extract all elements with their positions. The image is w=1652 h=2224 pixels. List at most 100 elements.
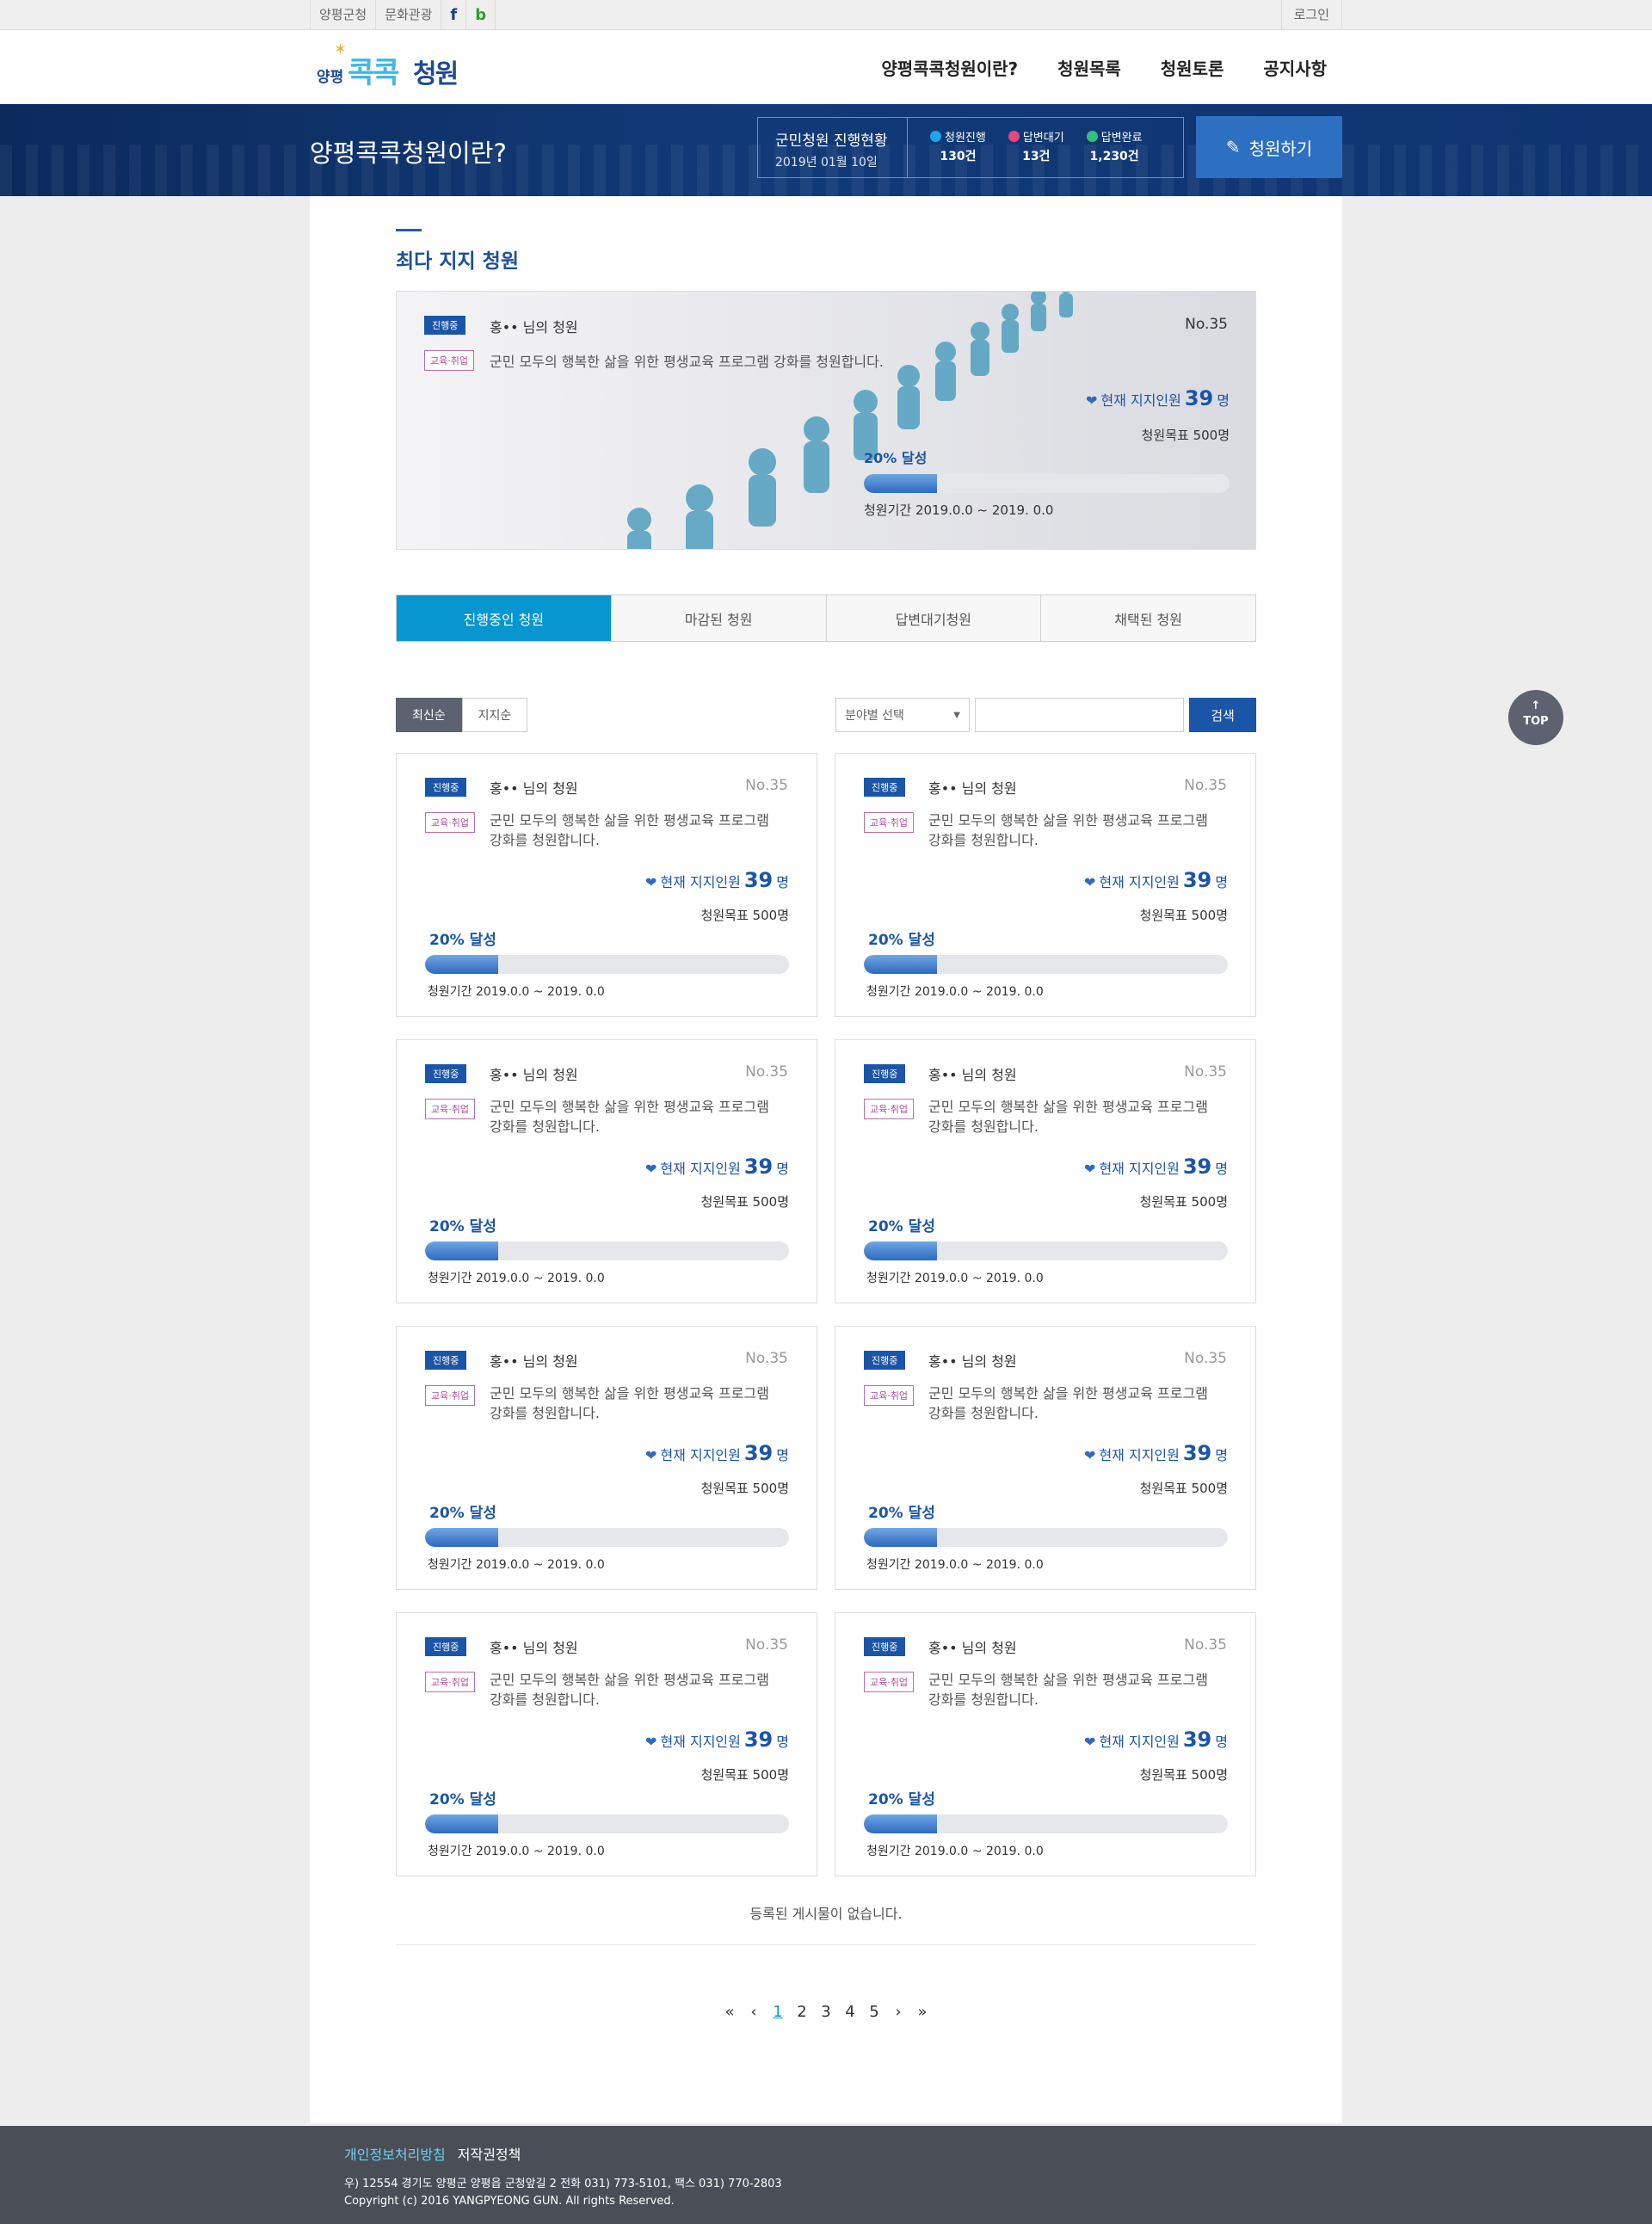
last-page-button[interactable]: » [916,2003,928,2021]
progress-label: 20% 달성 [429,1791,496,1808]
category-select[interactable]: 분야별 선택 ▼ [835,698,970,732]
progress-label: 20% 달성 [429,1505,496,1522]
util-link-tourism[interactable]: 문화관광 [375,0,441,30]
petition-number: No.35 [745,1063,788,1081]
category-badge: 교육·취업 [425,1385,475,1406]
category-badge: 교육·취업 [864,1099,914,1119]
nav-debate[interactable]: 청원토론 [1161,55,1224,80]
site-logo[interactable]: ✶ 양평 콕콕 청원 [317,40,480,92]
page-banner: 양평콕콕청원이란? 군민청원 진행현황 2019년 01월 10일 청원진행 1… [0,104,1652,196]
petition-card[interactable]: 진행중 홍•• 님의 청원 No.35 교육·취업 군민 모두의 행복한 삶을 위한 평… [835,1612,1256,1876]
page-link[interactable]: 3 [820,2003,832,2021]
write-petition-button[interactable]: ✎ 청원하기 [1196,116,1342,178]
heart-icon: ❤ [645,874,657,890]
petition-goal: 청원목표 500명 [1141,428,1230,443]
status-title: 군민청원 진행현황 [775,132,888,150]
progress-label: 20% 달성 [868,932,935,949]
support-number: 39 [1184,386,1214,410]
petition-number: No.35 [745,777,788,794]
nav-about[interactable]: 양평콕콕청원이란? [881,55,1018,80]
petition-card[interactable]: 진행중 홍•• 님의 청원 No.35 교육·취업 군민 모두의 행복한 삶을 위한 평… [396,753,817,1017]
support-number: 39 [743,1441,774,1465]
petition-description: 군민 모두의 행복한 삶을 위한 평생교육 프로그램 강화를 청원합니다. [928,1385,1208,1421]
support-label: 현재 지지인원 [660,874,741,890]
support-count: ❤ 현재 지지인원 39 명 [1086,386,1230,410]
petition-number: No.35 [1184,777,1227,794]
sort-options: 최신순 지지순 [396,698,528,732]
category-badge: 교육·취업 [864,1672,914,1692]
category-badge: 교육·취업 [864,1385,914,1406]
search-button[interactable]: 검색 [1189,698,1256,732]
sort-support-button[interactable]: 지지순 [461,698,528,732]
nav-notice[interactable]: 공지사항 [1263,55,1327,80]
support-number: 39 [1182,868,1212,892]
page-link[interactable]: 5 [868,2003,880,2021]
pencil-icon: ✎ [1225,137,1241,157]
copyright-policy-link[interactable]: 저작권정책 [458,2143,521,2164]
status-dot-icon [1008,131,1020,142]
petition-author: 홍•• 님의 청원 [928,1353,1017,1370]
progress-label: 20% 달성 [429,932,496,949]
first-page-button[interactable]: « [724,2003,736,2021]
petition-period: 청원기간 2019.0.0 ~ 2019. 0.0 [866,1558,1044,1572]
support-unit: 명 [776,1447,789,1463]
tab-awaiting-answer[interactable]: 답변대기청원 [825,595,1041,641]
support-label: 현재 지지인원 [1099,1447,1180,1463]
petition-card[interactable]: 진행중 홍•• 님의 청원 No.35 교육·취업 군민 모두의 행복한 삶을 위한 평… [396,1326,817,1590]
petition-card[interactable]: 진행중 홍•• 님의 청원 No.35 교육·취업 군민 모두의 행복한 삶을 위한 평… [396,1612,817,1876]
search-input[interactable] [975,698,1184,732]
petition-description: 군민 모두의 행복한 삶을 위한 평생교육 프로그램 강화를 청원합니다. [928,812,1208,848]
main-content: 최다 지지 청원 진행중 홍•• 님의 청원 No.35 교육·취업 군민 모두… [310,196,1342,2123]
page-link[interactable]: 1 [772,2003,784,2021]
support-unit: 명 [1215,1161,1228,1177]
status-value: 130건 [940,150,977,163]
support-label: 현재 지지인원 [660,1447,741,1463]
petition-card[interactable]: 진행중 홍•• 님의 청원 No.35 교육·취업 군민 모두의 행복한 삶을 위한 평… [396,1039,817,1303]
petition-number: No.35 [1184,1636,1227,1654]
status-badge: 진행중 [425,1351,467,1370]
petition-card[interactable]: 진행중 홍•• 님의 청원 No.35 교육·취업 군민 모두의 행복한 삶을 위한 평… [835,1326,1256,1590]
page-link[interactable]: 2 [796,2003,808,2021]
nav-petition-list[interactable]: 청원목록 [1057,55,1121,80]
sparkle-icon: ✶ [334,40,348,59]
support-label: 현재 지지인원 [1099,1734,1180,1750]
status-label: 청원진행 [945,132,986,145]
petition-tabs: 진행중인 청원 마감된 청원 답변대기청원 채택된 청원 [396,595,1256,642]
utility-bar: 양평군청 문화관광 f b 로그인 [0,0,1652,30]
petition-period: 청원기간 2019.0.0 ~ 2019. 0.0 [428,1558,605,1572]
util-link-yangpyeong[interactable]: 양평군청 [310,0,375,30]
progress-label: 20% 달성 [429,1218,496,1235]
sort-latest-button[interactable]: 최신순 [396,698,462,732]
tab-closed[interactable]: 마감된 청원 [610,595,826,641]
status-badge: 진행중 [425,1637,467,1656]
progress-fill [864,1528,937,1547]
login-link[interactable]: 로그인 [1280,0,1342,30]
petition-number: No.35 [1184,1063,1227,1081]
blog-icon[interactable]: b [465,0,496,30]
tab-adopted[interactable]: 채택된 청원 [1040,595,1255,641]
support-count: ❤ 현재 지지인원 39 명 [645,868,789,892]
support-unit: 명 [776,874,789,890]
petition-author: 홍•• 님의 청원 [928,1640,1017,1656]
next-page-button[interactable]: › [892,2003,904,2021]
facebook-icon[interactable]: f [441,0,465,30]
category-badge: 교육·취업 [424,350,474,371]
progress-fill [425,955,498,974]
footer-address-block: 우) 12554 경기도 양평군 양평읍 군청앞길 2 전화 031) 773-… [344,2176,782,2210]
scroll-top-button[interactable]: ↑ TOP [1508,690,1563,745]
tab-ongoing[interactable]: 진행중인 청원 [397,595,611,641]
petition-number: No.35 [745,1350,788,1367]
petition-card[interactable]: 진행중 홍•• 님의 청원 No.35 교육·취업 군민 모두의 행복한 삶을 위한 평… [835,753,1256,1017]
footer: 개인정보처리방침 저작권정책 우) 12554 경기도 양평군 양평읍 군청앞길… [0,2126,1652,2224]
featured-petition[interactable]: 진행중 홍•• 님의 청원 No.35 교육·취업 군민 모두의 행복한 삶을 … [396,291,1256,550]
petition-author: 홍•• 님의 청원 [490,1353,578,1370]
support-label: 현재 지지인원 [660,1161,741,1177]
privacy-policy-link[interactable]: 개인정보처리방침 [344,2143,446,2164]
status-summary: 군민청원 진행현황 2019년 01월 10일 [758,118,908,177]
progress-bar [864,1814,1228,1833]
heart-icon: ❤ [645,1734,657,1750]
petition-card[interactable]: 진행중 홍•• 님의 청원 No.35 교육·취업 군민 모두의 행복한 삶을 위한 평… [835,1039,1256,1303]
page-link[interactable]: 4 [844,2003,856,2021]
prev-page-button[interactable]: ‹ [748,2003,760,2021]
status-badge: 진행중 [864,1351,906,1370]
